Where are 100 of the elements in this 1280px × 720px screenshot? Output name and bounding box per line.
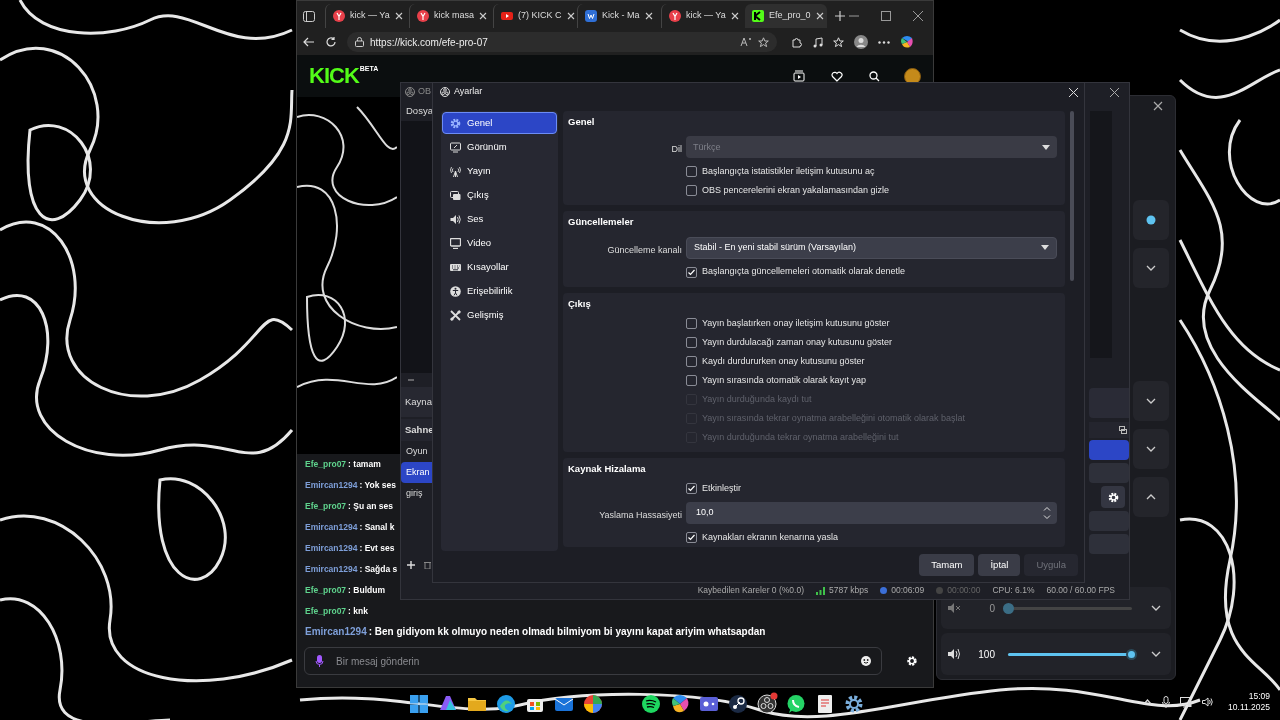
star-icon[interactable] <box>758 36 769 48</box>
tab-actions-icon[interactable] <box>303 10 315 22</box>
reload-icon[interactable] <box>325 36 337 48</box>
address-bar[interactable]: https://kick.com/efe-pro-07 <box>347 32 777 52</box>
signal-bars-icon <box>816 586 825 595</box>
browser-tab[interactable]: kick — Ya <box>661 4 743 28</box>
heart-icon[interactable] <box>831 70 843 82</box>
network-icon[interactable] <box>1180 696 1193 708</box>
sidebar-item[interactable]: Yayın <box>442 160 557 182</box>
undock-icon[interactable] <box>1119 426 1127 434</box>
sidebar-item[interactable]: Genel <box>442 112 557 134</box>
browser-tab[interactable]: kick — Ya <box>325 4 407 28</box>
sidebar-item[interactable]: Ses <box>442 208 557 230</box>
slider-thumb[interactable] <box>1003 602 1014 614</box>
keyboard-icon <box>450 261 461 273</box>
sidebar-item[interactable]: Gelişmiş <box>442 304 557 326</box>
read-aloud-icon[interactable] <box>740 37 752 47</box>
browser-tab[interactable]: Kick - Ma <box>577 4 659 28</box>
close-icon[interactable] <box>394 12 403 20</box>
chevron-up-icon <box>1146 492 1156 502</box>
checkbox[interactable] <box>686 483 697 494</box>
chat-username[interactable]: Efe_pro07 <box>305 457 347 471</box>
windows-logo-icon[interactable] <box>407 692 431 716</box>
trash-icon[interactable] <box>424 561 431 569</box>
chat-username[interactable]: Emircan1294 <box>305 520 358 534</box>
close-icon[interactable] <box>913 11 923 21</box>
chevron-up-icon[interactable] <box>1143 699 1153 705</box>
sidebar-item[interactable]: Görünüm <box>442 136 557 158</box>
chat-username[interactable]: Emircan1294 <box>305 478 358 492</box>
checkbox[interactable] <box>686 336 697 348</box>
chat-username[interactable]: Emircan1294 <box>305 541 358 555</box>
sidebar-item[interactable]: Video <box>442 232 557 254</box>
close-icon[interactable] <box>1153 101 1163 111</box>
scene-item[interactable]: Ekran <box>401 462 433 483</box>
chat-username[interactable]: Emircan1294 <box>305 625 367 639</box>
chat-username[interactable]: Efe_pro07 <box>305 583 347 597</box>
close-icon[interactable] <box>730 12 739 20</box>
browser-tab[interactable]: (7) KICK C <box>493 4 575 28</box>
browser-icon[interactable] <box>494 692 518 716</box>
settings-button[interactable] <box>1101 486 1125 508</box>
checkbox-label: Etkinleştir <box>702 481 741 495</box>
chevron-down-icon[interactable] <box>1151 649 1161 659</box>
browser-tab[interactable]: Efe_pro_0 <box>745 4 827 28</box>
more-icon[interactable] <box>878 40 890 44</box>
close-icon[interactable] <box>815 12 824 20</box>
microphone-icon[interactable] <box>1162 696 1171 708</box>
site-logo[interactable]: KICK <box>309 65 359 87</box>
chevron-down-icon <box>1146 263 1156 273</box>
scrollbar-thumb[interactable] <box>1070 111 1074 281</box>
chat-username[interactable]: Emircan1294 <box>305 562 358 576</box>
clock[interactable]: 15:09 10.11.2025 <box>1228 691 1270 713</box>
dialog-button[interactable]: İptal <box>978 554 1021 576</box>
close-icon[interactable] <box>566 12 575 20</box>
search-icon[interactable] <box>869 70 880 82</box>
music-icon[interactable] <box>639 692 663 716</box>
profile-avatar-icon[interactable] <box>854 35 868 49</box>
message-field[interactable]: Bir mesaj gönderin <box>336 653 849 669</box>
back-arrow-icon[interactable] <box>303 37 315 47</box>
sidebar-item[interactable]: Çıkış <box>442 184 557 206</box>
plus-icon[interactable] <box>407 561 415 569</box>
scene-item[interactable]: giriş <box>401 483 433 504</box>
slider-thumb[interactable] <box>1126 648 1137 660</box>
gear-icon <box>450 117 461 129</box>
browser-tab[interactable]: kick masa <box>409 4 491 28</box>
settings-icon[interactable] <box>906 655 918 667</box>
group-title: Genel <box>567 115 596 129</box>
checkbox[interactable] <box>686 266 697 278</box>
dropdown[interactable]: Stabil - En yeni stabil sürüm (Varsayılan) <box>686 236 1057 259</box>
chat-username[interactable]: Efe_pro07 <box>305 604 347 618</box>
emoji-icon[interactable] <box>861 656 871 666</box>
sidebar-item[interactable]: Kısayollar <box>442 256 557 278</box>
checkbox[interactable] <box>686 532 697 543</box>
number-field[interactable]: 10,0 <box>686 502 1057 524</box>
chevron-down-icon[interactable] <box>1151 603 1161 613</box>
status-text: 00:06:09 <box>891 584 925 597</box>
favorites-icon[interactable] <box>833 36 844 48</box>
checkbox[interactable] <box>686 317 697 329</box>
maximize-icon[interactable] <box>881 11 891 21</box>
sidebar-item[interactable]: Erişebilirlik <box>442 280 557 302</box>
media-library-icon[interactable] <box>793 70 805 82</box>
checkbox[interactable] <box>686 166 697 178</box>
checkbox[interactable] <box>686 374 697 386</box>
volume-icon[interactable] <box>1202 697 1215 707</box>
music-note-icon[interactable] <box>812 36 823 48</box>
checkbox[interactable] <box>686 185 697 197</box>
scene-item[interactable]: Oyun <box>401 441 433 462</box>
checkbox[interactable] <box>686 355 697 367</box>
chat-input[interactable]: Bir mesaj gönderin <box>304 647 882 675</box>
app-logo-icon[interactable] <box>755 692 779 716</box>
close-icon[interactable] <box>1110 87 1119 97</box>
tools-icon <box>450 309 461 321</box>
colorful-swirl-icon[interactable] <box>900 35 914 49</box>
close-icon[interactable] <box>479 12 487 20</box>
dialog-button[interactable]: Tamam <box>919 554 975 576</box>
plus-icon[interactable] <box>835 11 845 21</box>
expand-button[interactable] <box>1133 200 1169 240</box>
color-wheel-icon[interactable] <box>581 692 605 716</box>
close-icon[interactable] <box>644 12 653 20</box>
menu-item[interactable]: Dosya <box>406 103 433 119</box>
chat-username[interactable]: Efe_pro07 <box>305 499 347 513</box>
